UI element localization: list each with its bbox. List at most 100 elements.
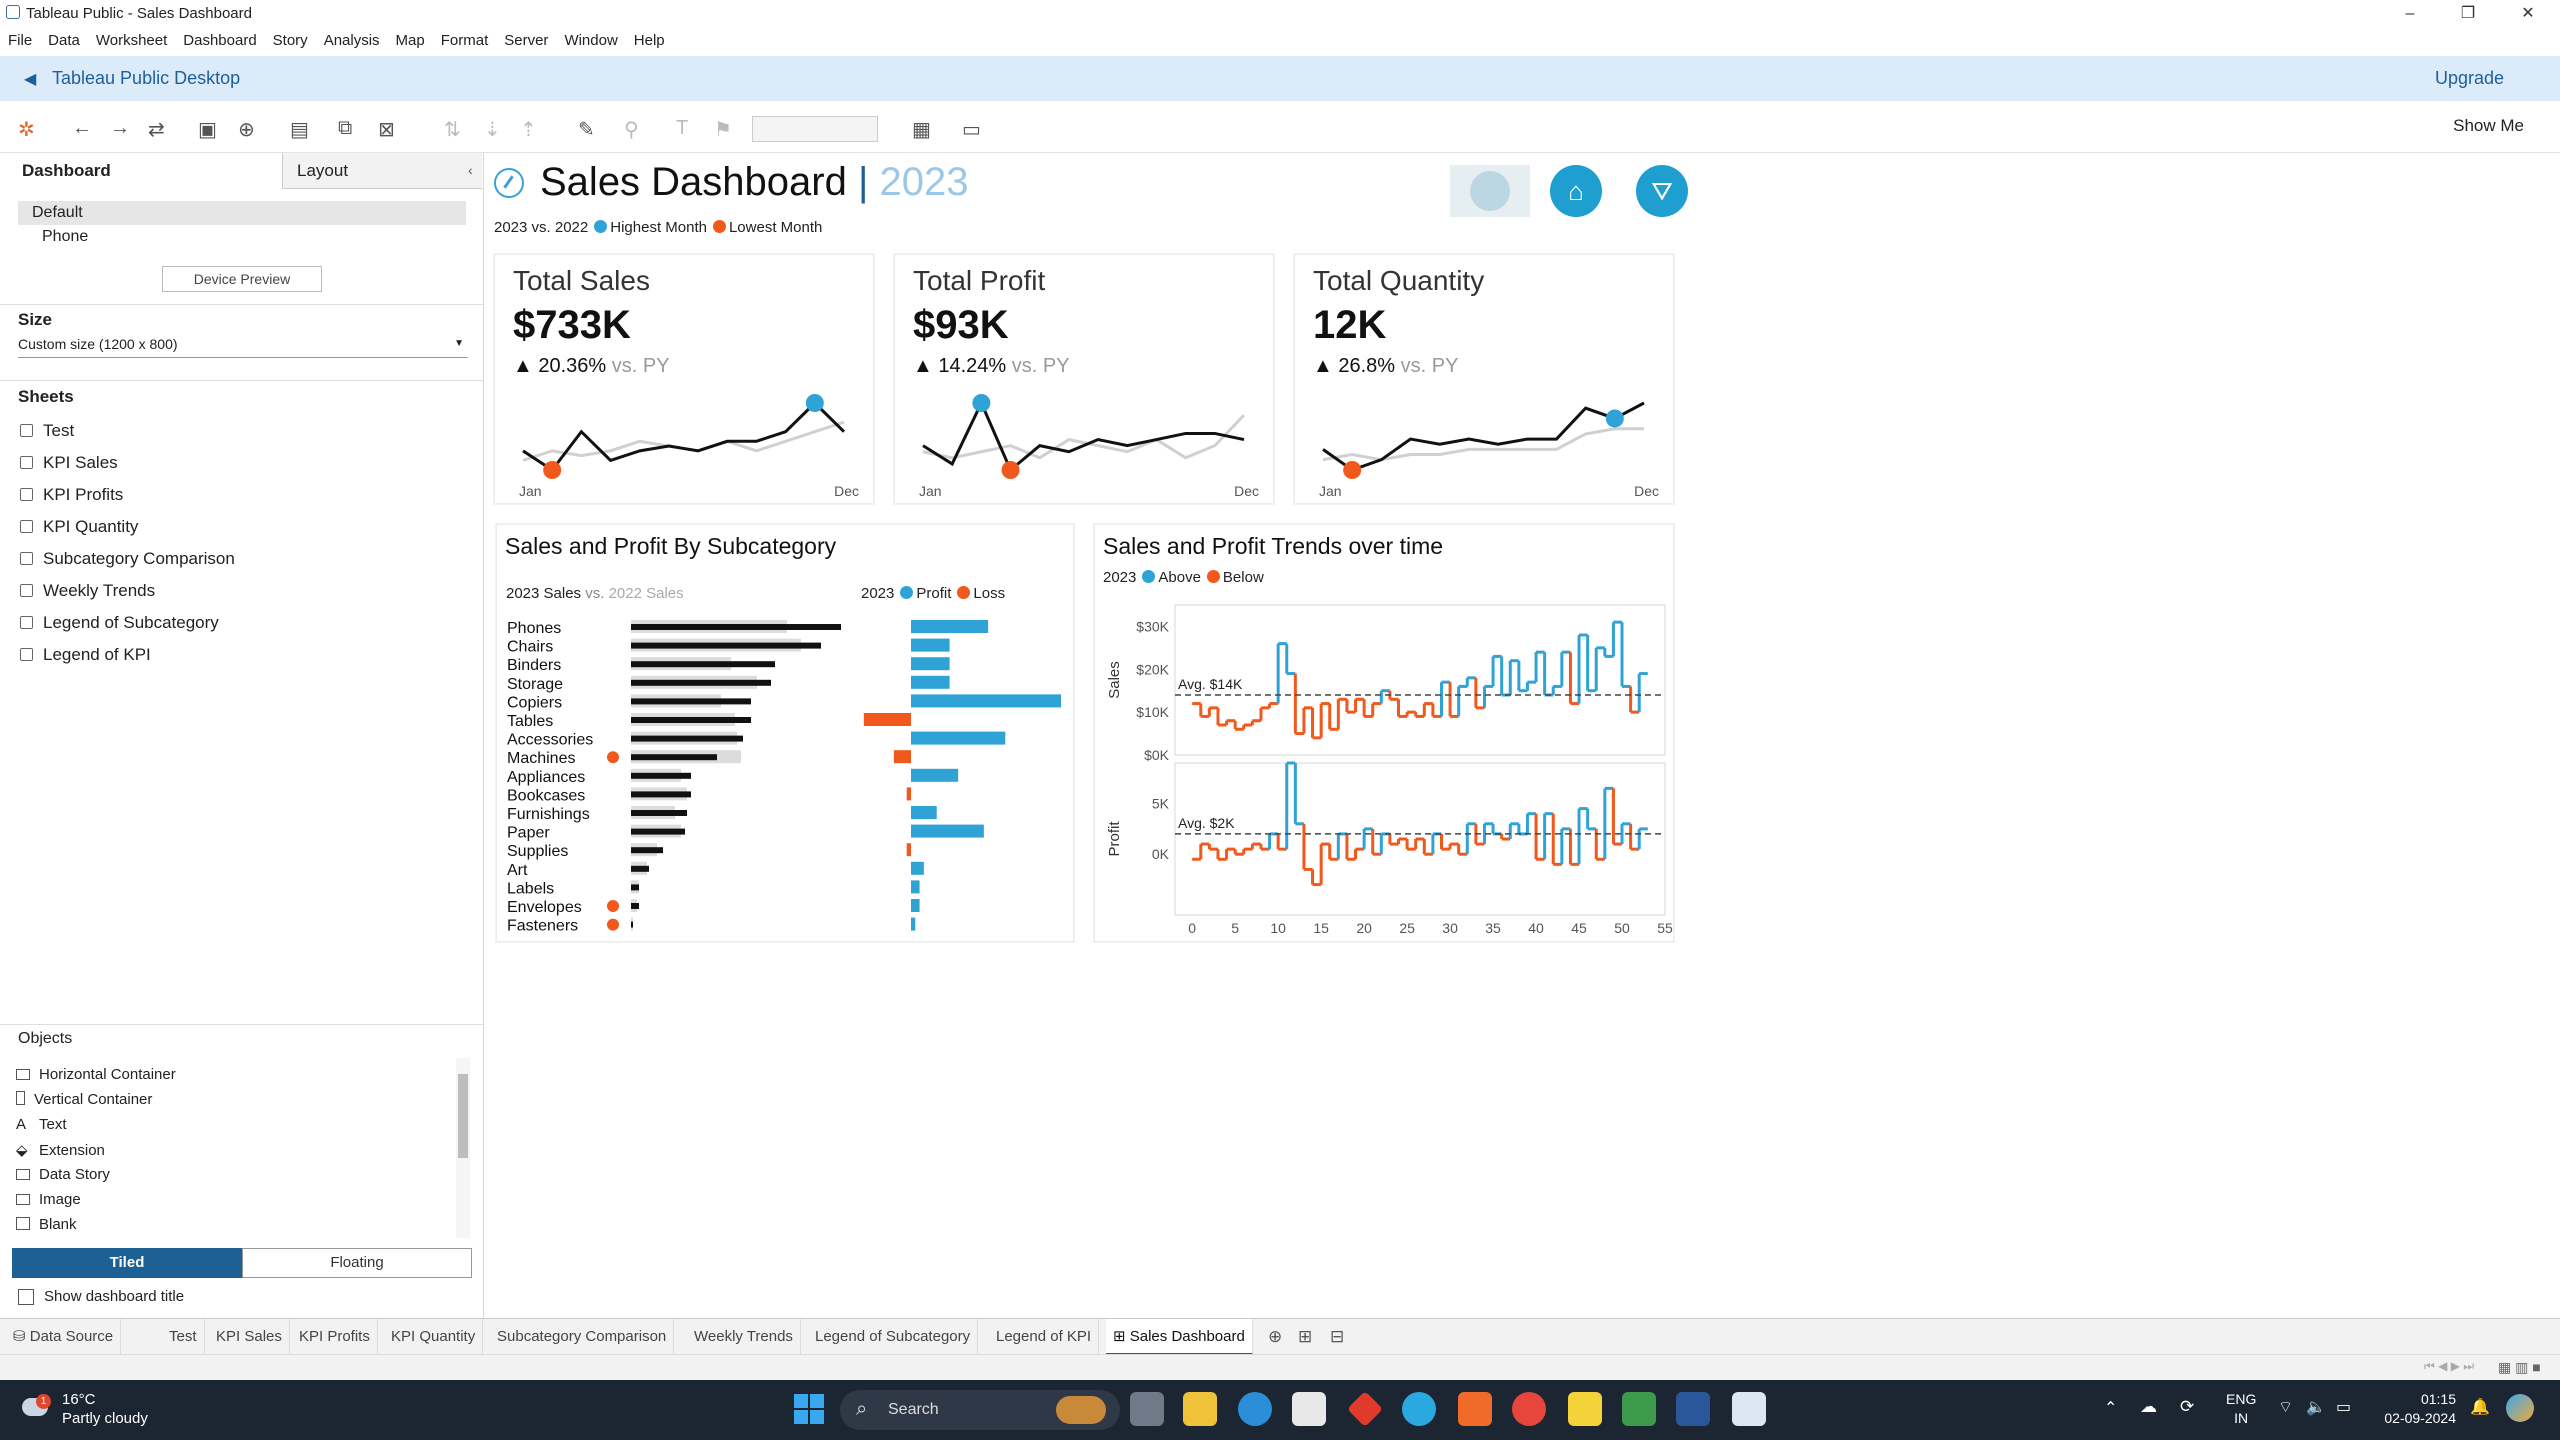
sheet-item-kpi-sales[interactable]: KPI Sales [20,453,118,473]
onedrive-icon[interactable]: ☁ [2140,1397,2157,1417]
bank-button[interactable]: ⌂ [1550,165,1602,217]
tab-test[interactable]: Test [162,1319,205,1355]
brave-icon[interactable] [1458,1392,1492,1426]
swap-icon[interactable]: ⇅ [444,117,461,142]
taskbar-search[interactable]: ⌕ Search [840,1390,1120,1430]
clear-sheet-icon[interactable]: ⊠ [378,117,395,142]
object-data-story[interactable]: Data Story [16,1166,110,1183]
close-button[interactable]: ✕ [2502,0,2554,27]
new-worksheet-icon[interactable]: ▤ [290,117,309,142]
tab-kpi-sales[interactable]: KPI Sales [209,1319,290,1355]
show-me-button[interactable]: Show Me [2453,116,2524,136]
anydesk-icon[interactable] [1346,1390,1384,1428]
tableau-logo-icon[interactable]: ✲ [18,117,35,142]
menu-worksheet[interactable]: Worksheet [88,29,175,49]
menu-help[interactable]: Help [626,29,673,49]
fit-dropdown[interactable] [752,116,878,142]
windows-start-icon[interactable] [792,1392,826,1426]
edge-icon[interactable] [1238,1392,1272,1426]
minimize-button[interactable]: – [2384,0,2436,27]
subcategory-panel[interactable]: Sales and Profit By Subcategory 2023 Sal… [496,524,1074,942]
word-icon[interactable] [1676,1392,1710,1426]
labels-icon[interactable]: T [676,117,688,140]
menu-window[interactable]: Window [556,29,625,49]
tab-weekly-trends[interactable]: Weekly Trends [687,1319,801,1355]
sheet-item-test[interactable]: Test [20,421,74,441]
menu-analysis[interactable]: Analysis [316,29,388,49]
tab-subcategory-comparison[interactable]: Subcategory Comparison [490,1319,675,1355]
wifi-icon[interactable]: ⌔ [2278,1397,2293,1417]
language-indicator[interactable]: ENG IN [2226,1390,2256,1428]
redo-icon[interactable]: → [110,117,130,140]
save-icon[interactable]: ▣ [198,117,217,142]
weather-icon[interactable]: 1 [22,1392,54,1422]
presentation-icon[interactable]: ▭ [962,117,981,142]
tab-kpi-profits[interactable]: KPI Profits [292,1319,378,1355]
group-icon[interactable]: ⚲ [624,117,639,142]
device-preview-button[interactable]: Device Preview [162,266,322,292]
device-default[interactable]: Default [18,201,466,225]
tab-sales-dashboard[interactable]: ⊞ Sales Dashboard [1106,1319,1253,1355]
highlight-icon[interactable]: ✎ [578,117,595,142]
object-extension[interactable]: ⬙ Extension [16,1141,105,1159]
replace-data-source-icon[interactable]: ⇄ [148,117,165,142]
sheet-item-kpi-quantity[interactable]: KPI Quantity [20,517,138,537]
clock[interactable]: 01:15 02-09-2024 [2372,1390,2456,1428]
object-blank[interactable]: Blank [16,1216,77,1233]
new-story-tab-icon[interactable]: ⊟ [1330,1327,1344,1347]
trends-panel[interactable]: Sales and Profit Trends over time 2023 Ab… [1094,524,1674,942]
object-vertical-container[interactable]: Vertical Container [16,1091,152,1108]
file-explorer-icon[interactable] [1183,1392,1217,1426]
sheet-item-legend-of-kpi[interactable]: Legend of KPI [20,645,151,665]
sort-ascending-icon[interactable]: ⇣ [484,117,501,142]
undo-icon[interactable]: ← [72,117,92,140]
menu-server[interactable]: Server [496,29,556,49]
device-phone[interactable]: Phone [42,228,88,246]
sort-descending-icon[interactable]: ⇡ [520,117,537,142]
sheet-item-subcategory-comparison[interactable]: Subcategory Comparison [20,549,235,569]
tableau-taskbar-icon[interactable] [1732,1392,1766,1426]
help-icon[interactable] [1402,1392,1436,1426]
objects-scrollbar[interactable] [456,1058,470,1238]
tab-data-source[interactable]: ⛁ Data Source [6,1319,122,1355]
sync-icon[interactable]: ⟳ [2180,1397,2194,1417]
store-icon[interactable] [1292,1392,1326,1426]
view-mode-icons[interactable]: ▦ ▥ ■ [2498,1359,2541,1376]
chrome-icon[interactable] [1512,1392,1546,1426]
collapse-pane-icon[interactable]: ‹ [468,162,473,178]
tab-dashboard[interactable]: Dashboard [0,153,282,189]
new-dashboard-tab-icon[interactable]: ⊞ [1298,1327,1312,1347]
object-text[interactable]: A Text [16,1116,67,1133]
kpi-card-quantity[interactable]: Total Quantity 12K ▲ 26.8% vs. PY Jan De… [1294,254,1674,504]
sheet-item-legend-of-subcategory[interactable]: Legend of Subcategory [20,613,219,633]
tab-legend-of-subcategory[interactable]: Legend of Subcategory [808,1319,979,1355]
excel-icon[interactable] [1622,1392,1656,1426]
menu-dashboard[interactable]: Dashboard [175,29,264,49]
tab-legend-of-kpi[interactable]: Legend of KPI [989,1319,1100,1355]
kpi-card-profit[interactable]: Total Profit $93K ▲ 14.24% vs. PY Jan De… [894,254,1274,504]
tab-layout[interactable]: Layout [282,153,482,189]
object-image[interactable]: Image [16,1191,81,1208]
weather-widget[interactable]: 16°C Partly cloudy [62,1390,148,1428]
filter-button[interactable]: ⛛ [1636,165,1688,217]
team-image-button[interactable] [1450,165,1530,217]
menu-story[interactable]: Story [265,29,316,49]
size-select[interactable]: Custom size (1200 x 800) ▼ [18,336,468,358]
new-data-source-icon[interactable]: ⊕ [238,117,255,142]
upgrade-link[interactable]: Upgrade [2435,68,2504,89]
task-view-icon[interactable] [1130,1392,1164,1426]
floating-button[interactable]: Floating [242,1248,472,1278]
menu-file[interactable]: File [0,29,40,49]
scrollbar-thumb[interactable] [458,1074,468,1158]
battery-icon[interactable]: ▭ [2336,1397,2351,1417]
menu-data[interactable]: Data [40,29,88,49]
tab-navigation-icons[interactable]: ⏮ ◀ ▶ ⏭ [2424,1359,2474,1374]
sheet-item-kpi-profits[interactable]: KPI Profits [20,485,123,505]
copilot-icon[interactable] [2506,1394,2534,1422]
pin-icon[interactable]: ⚑ [714,117,732,142]
kpi-card-sales[interactable]: Total Sales $733K ▲ 20.36% vs. PY Jan De… [494,254,874,504]
new-worksheet-tab-icon[interactable]: ⊕ [1268,1327,1282,1347]
maximize-button[interactable]: ❐ [2442,0,2494,27]
volume-icon[interactable]: 🔈 [2306,1397,2326,1417]
notification-bell-icon[interactable]: 🔔 [2470,1397,2490,1417]
